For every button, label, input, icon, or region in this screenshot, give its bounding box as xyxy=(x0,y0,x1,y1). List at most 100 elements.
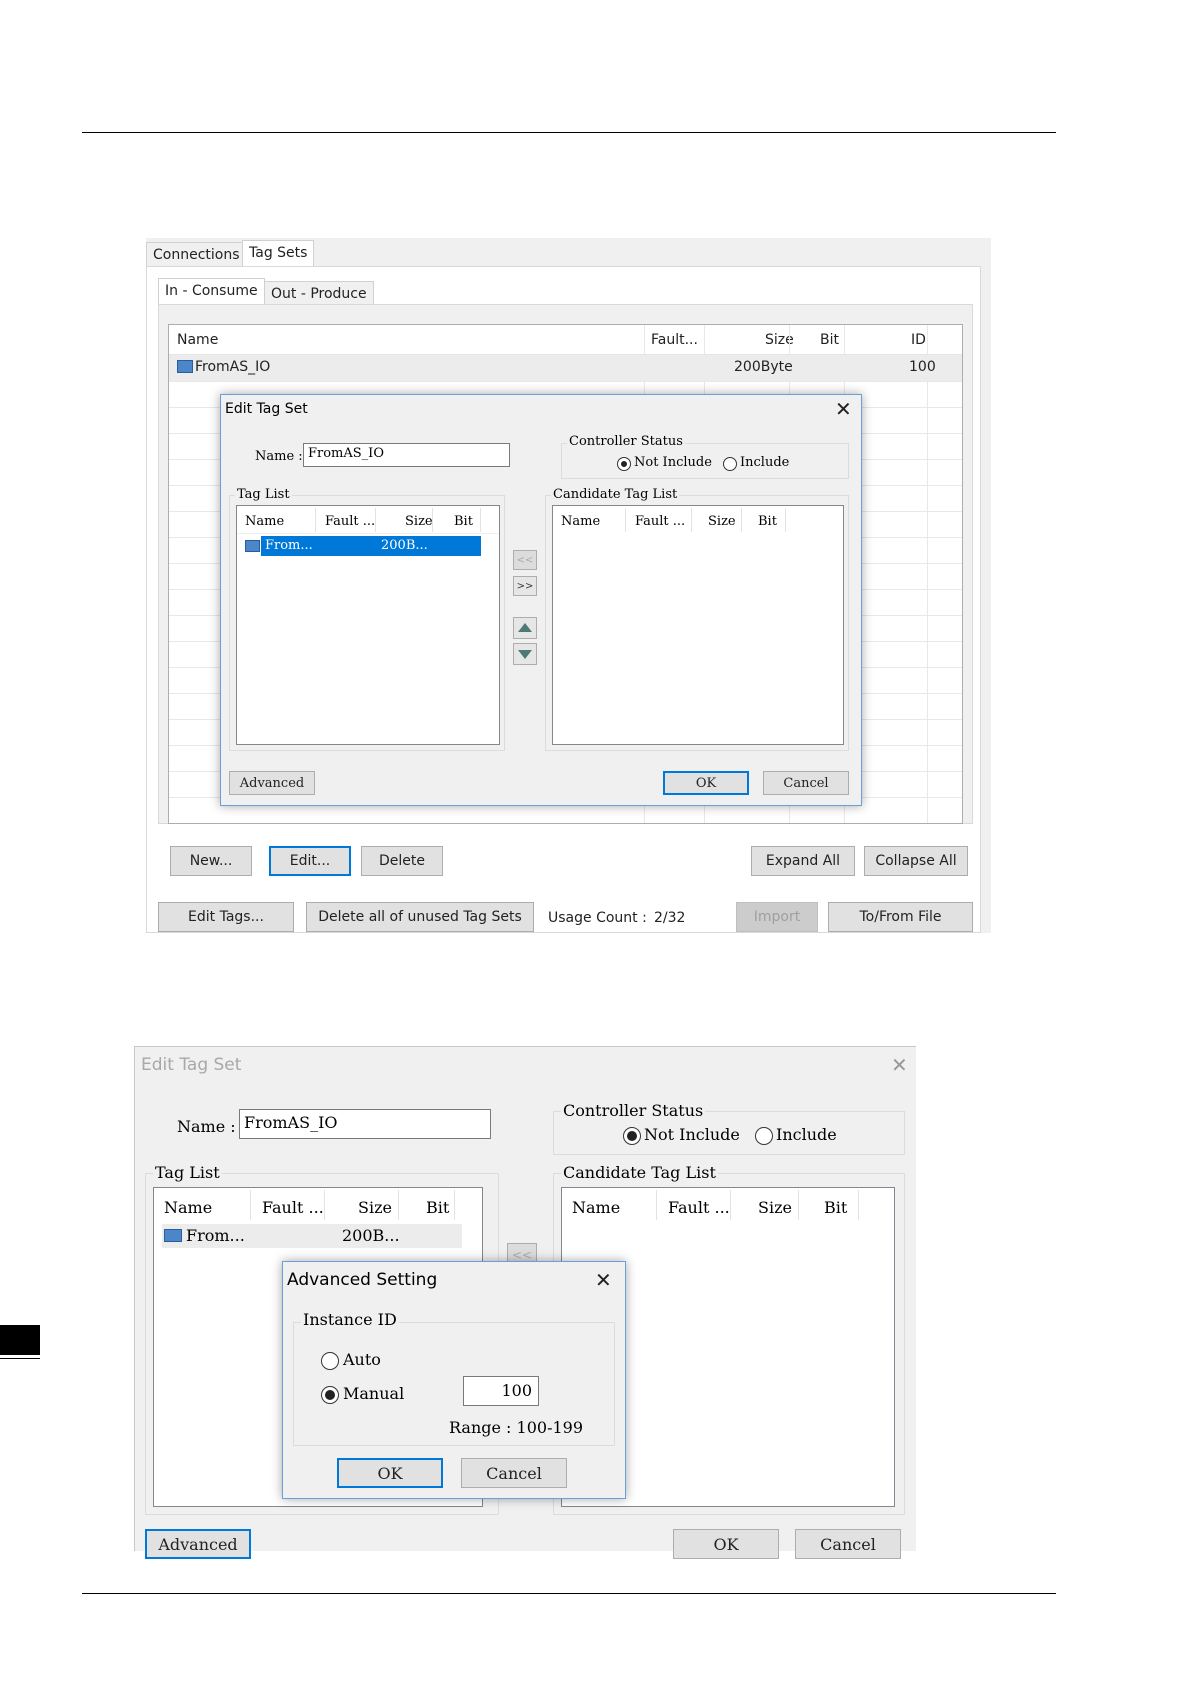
col-fault-header[interactable]: Fault ... xyxy=(262,1198,324,1217)
row-size: 200B... xyxy=(342,1226,400,1245)
row-name: From... xyxy=(186,1226,245,1245)
header-divider xyxy=(785,508,786,532)
include-label: Include xyxy=(740,455,790,470)
delete-button[interactable]: Delete xyxy=(361,846,443,876)
row-name: FromAS_IO xyxy=(195,359,271,375)
tag-list-label: Tag List xyxy=(153,1163,222,1182)
col-fault-header[interactable]: Fault... xyxy=(651,332,698,348)
header-divider xyxy=(454,1190,455,1220)
tab-connections[interactable]: Connections xyxy=(146,242,247,266)
up-arrow-icon xyxy=(518,623,532,632)
close-icon[interactable]: ✕ xyxy=(595,1270,612,1290)
not-include-radio[interactable] xyxy=(623,1127,641,1145)
to-from-file-button[interactable]: To/From File xyxy=(828,902,973,932)
collapse-all-button[interactable]: Collapse All xyxy=(864,846,968,876)
name-field[interactable]: FromAS_IO xyxy=(303,443,510,467)
down-arrow-icon xyxy=(518,650,532,659)
range-text: Range : 100-199 xyxy=(449,1418,584,1437)
delete-unused-tag-sets-button[interactable]: Delete all of unused Tag Sets xyxy=(306,902,534,932)
page-top-rule xyxy=(82,132,1056,133)
header-divider xyxy=(691,508,692,532)
name-label: Name : xyxy=(177,1117,236,1136)
header-divider xyxy=(656,1190,657,1220)
col-fault-header[interactable]: Fault ... xyxy=(668,1198,730,1217)
col-bit-header[interactable]: Bit xyxy=(426,1198,449,1217)
move-left-button[interactable]: << xyxy=(513,550,537,570)
header-divider xyxy=(858,1190,859,1220)
expand-all-button[interactable]: Expand All xyxy=(751,846,855,876)
manual-radio[interactable] xyxy=(321,1386,339,1404)
page-bottom-rule xyxy=(82,1593,1056,1594)
dialog-title: Advanced Setting xyxy=(287,1270,438,1290)
header-divider xyxy=(315,508,316,532)
cancel-button[interactable]: Cancel xyxy=(763,771,849,795)
col-id-header[interactable]: ID xyxy=(911,332,926,348)
new-button[interactable]: New... xyxy=(170,846,252,876)
col-size-header[interactable]: Size xyxy=(758,1198,792,1217)
cancel-button[interactable]: Cancel xyxy=(461,1458,567,1488)
ok-button[interactable]: OK xyxy=(337,1458,443,1488)
header-divider xyxy=(741,508,742,532)
table-row[interactable]: FromAS_IO 200Byte 100 xyxy=(169,355,962,381)
advanced-button[interactable]: Advanced xyxy=(145,1529,251,1559)
col-bit-header[interactable]: Bit xyxy=(454,514,473,529)
row-size: 200B... xyxy=(381,538,428,553)
row-size: 200Byte xyxy=(734,359,793,375)
col-fault-header[interactable]: Fault ... xyxy=(635,514,685,529)
not-include-label: Not Include xyxy=(634,455,712,470)
auto-label: Auto xyxy=(343,1350,381,1369)
include-radio[interactable] xyxy=(723,457,737,471)
move-down-button[interactable] xyxy=(513,643,537,665)
tag-set-icon xyxy=(164,1229,182,1242)
advanced-button[interactable]: Advanced xyxy=(229,771,315,795)
col-name-header[interactable]: Name xyxy=(177,332,218,348)
edit-tag-set-dialog-2: Edit Tag Set ✕ Name : FromAS_IO Controll… xyxy=(134,1046,916,1559)
header-divider xyxy=(625,508,626,532)
col-name-header[interactable]: Name xyxy=(164,1198,212,1217)
move-right-button[interactable]: >> xyxy=(513,576,537,596)
table-row[interactable]: From... 200B... xyxy=(261,536,481,556)
tag-sets-window: Connections Tag Sets In - Consume Out - … xyxy=(146,238,991,933)
instance-id-label: Instance ID xyxy=(301,1310,399,1329)
header-divider xyxy=(375,508,376,532)
candidate-tag-list[interactable]: Name Fault ... Size Bit xyxy=(552,505,844,745)
edit-tag-set-dialog: Edit Tag Set ✕ Name : FromAS_IO Controll… xyxy=(220,394,862,806)
subtab-out-produce[interactable]: Out - Produce xyxy=(264,281,374,304)
subtab-in-consume[interactable]: In - Consume xyxy=(158,278,265,304)
edit-button[interactable]: Edit... xyxy=(269,846,351,876)
col-fault-header[interactable]: Fault ... xyxy=(325,514,375,529)
name-field[interactable]: FromAS_IO xyxy=(239,1109,491,1139)
col-name-header[interactable]: Name xyxy=(572,1198,620,1217)
not-include-radio[interactable] xyxy=(617,457,631,471)
chapter-side-marker-line xyxy=(0,1358,40,1359)
candidate-tag-list-label: Candidate Tag List xyxy=(551,487,680,502)
move-up-button[interactable] xyxy=(513,617,537,639)
header-divider xyxy=(324,1190,325,1220)
col-size-header[interactable]: Size xyxy=(405,514,433,529)
table-row[interactable]: From... 200B... xyxy=(162,1224,462,1248)
close-icon[interactable]: ✕ xyxy=(891,1055,908,1075)
tag-set-icon xyxy=(245,540,260,552)
tab-tag-sets[interactable]: Tag Sets xyxy=(242,240,315,266)
col-name-header[interactable]: Name xyxy=(561,514,600,529)
col-size-header[interactable]: Size xyxy=(358,1198,392,1217)
col-bit-header[interactable]: Bit xyxy=(820,332,839,348)
cancel-button[interactable]: Cancel xyxy=(795,1529,901,1559)
header-divider xyxy=(432,508,433,532)
col-size-header[interactable]: Size xyxy=(708,514,736,529)
col-bit-header[interactable]: Bit xyxy=(758,514,777,529)
auto-radio[interactable] xyxy=(321,1352,339,1370)
ok-button[interactable]: OK xyxy=(663,771,749,795)
import-button[interactable]: Import xyxy=(736,902,818,932)
col-bit-header[interactable]: Bit xyxy=(824,1198,847,1217)
grid-row xyxy=(169,381,962,382)
tag-list[interactable]: Name Fault ... Size Bit From... 200B... xyxy=(236,505,500,745)
include-radio[interactable] xyxy=(755,1127,773,1145)
edit-tags-button[interactable]: Edit Tags... xyxy=(158,902,294,932)
col-name-header[interactable]: Name xyxy=(245,514,284,529)
manual-id-field[interactable]: 100 xyxy=(463,1376,539,1406)
advanced-setting-dialog: Advanced Setting ✕ Instance ID Auto Manu… xyxy=(282,1261,626,1499)
ok-button[interactable]: OK xyxy=(673,1529,779,1559)
close-icon[interactable]: ✕ xyxy=(835,399,852,419)
grid-col xyxy=(927,325,928,823)
